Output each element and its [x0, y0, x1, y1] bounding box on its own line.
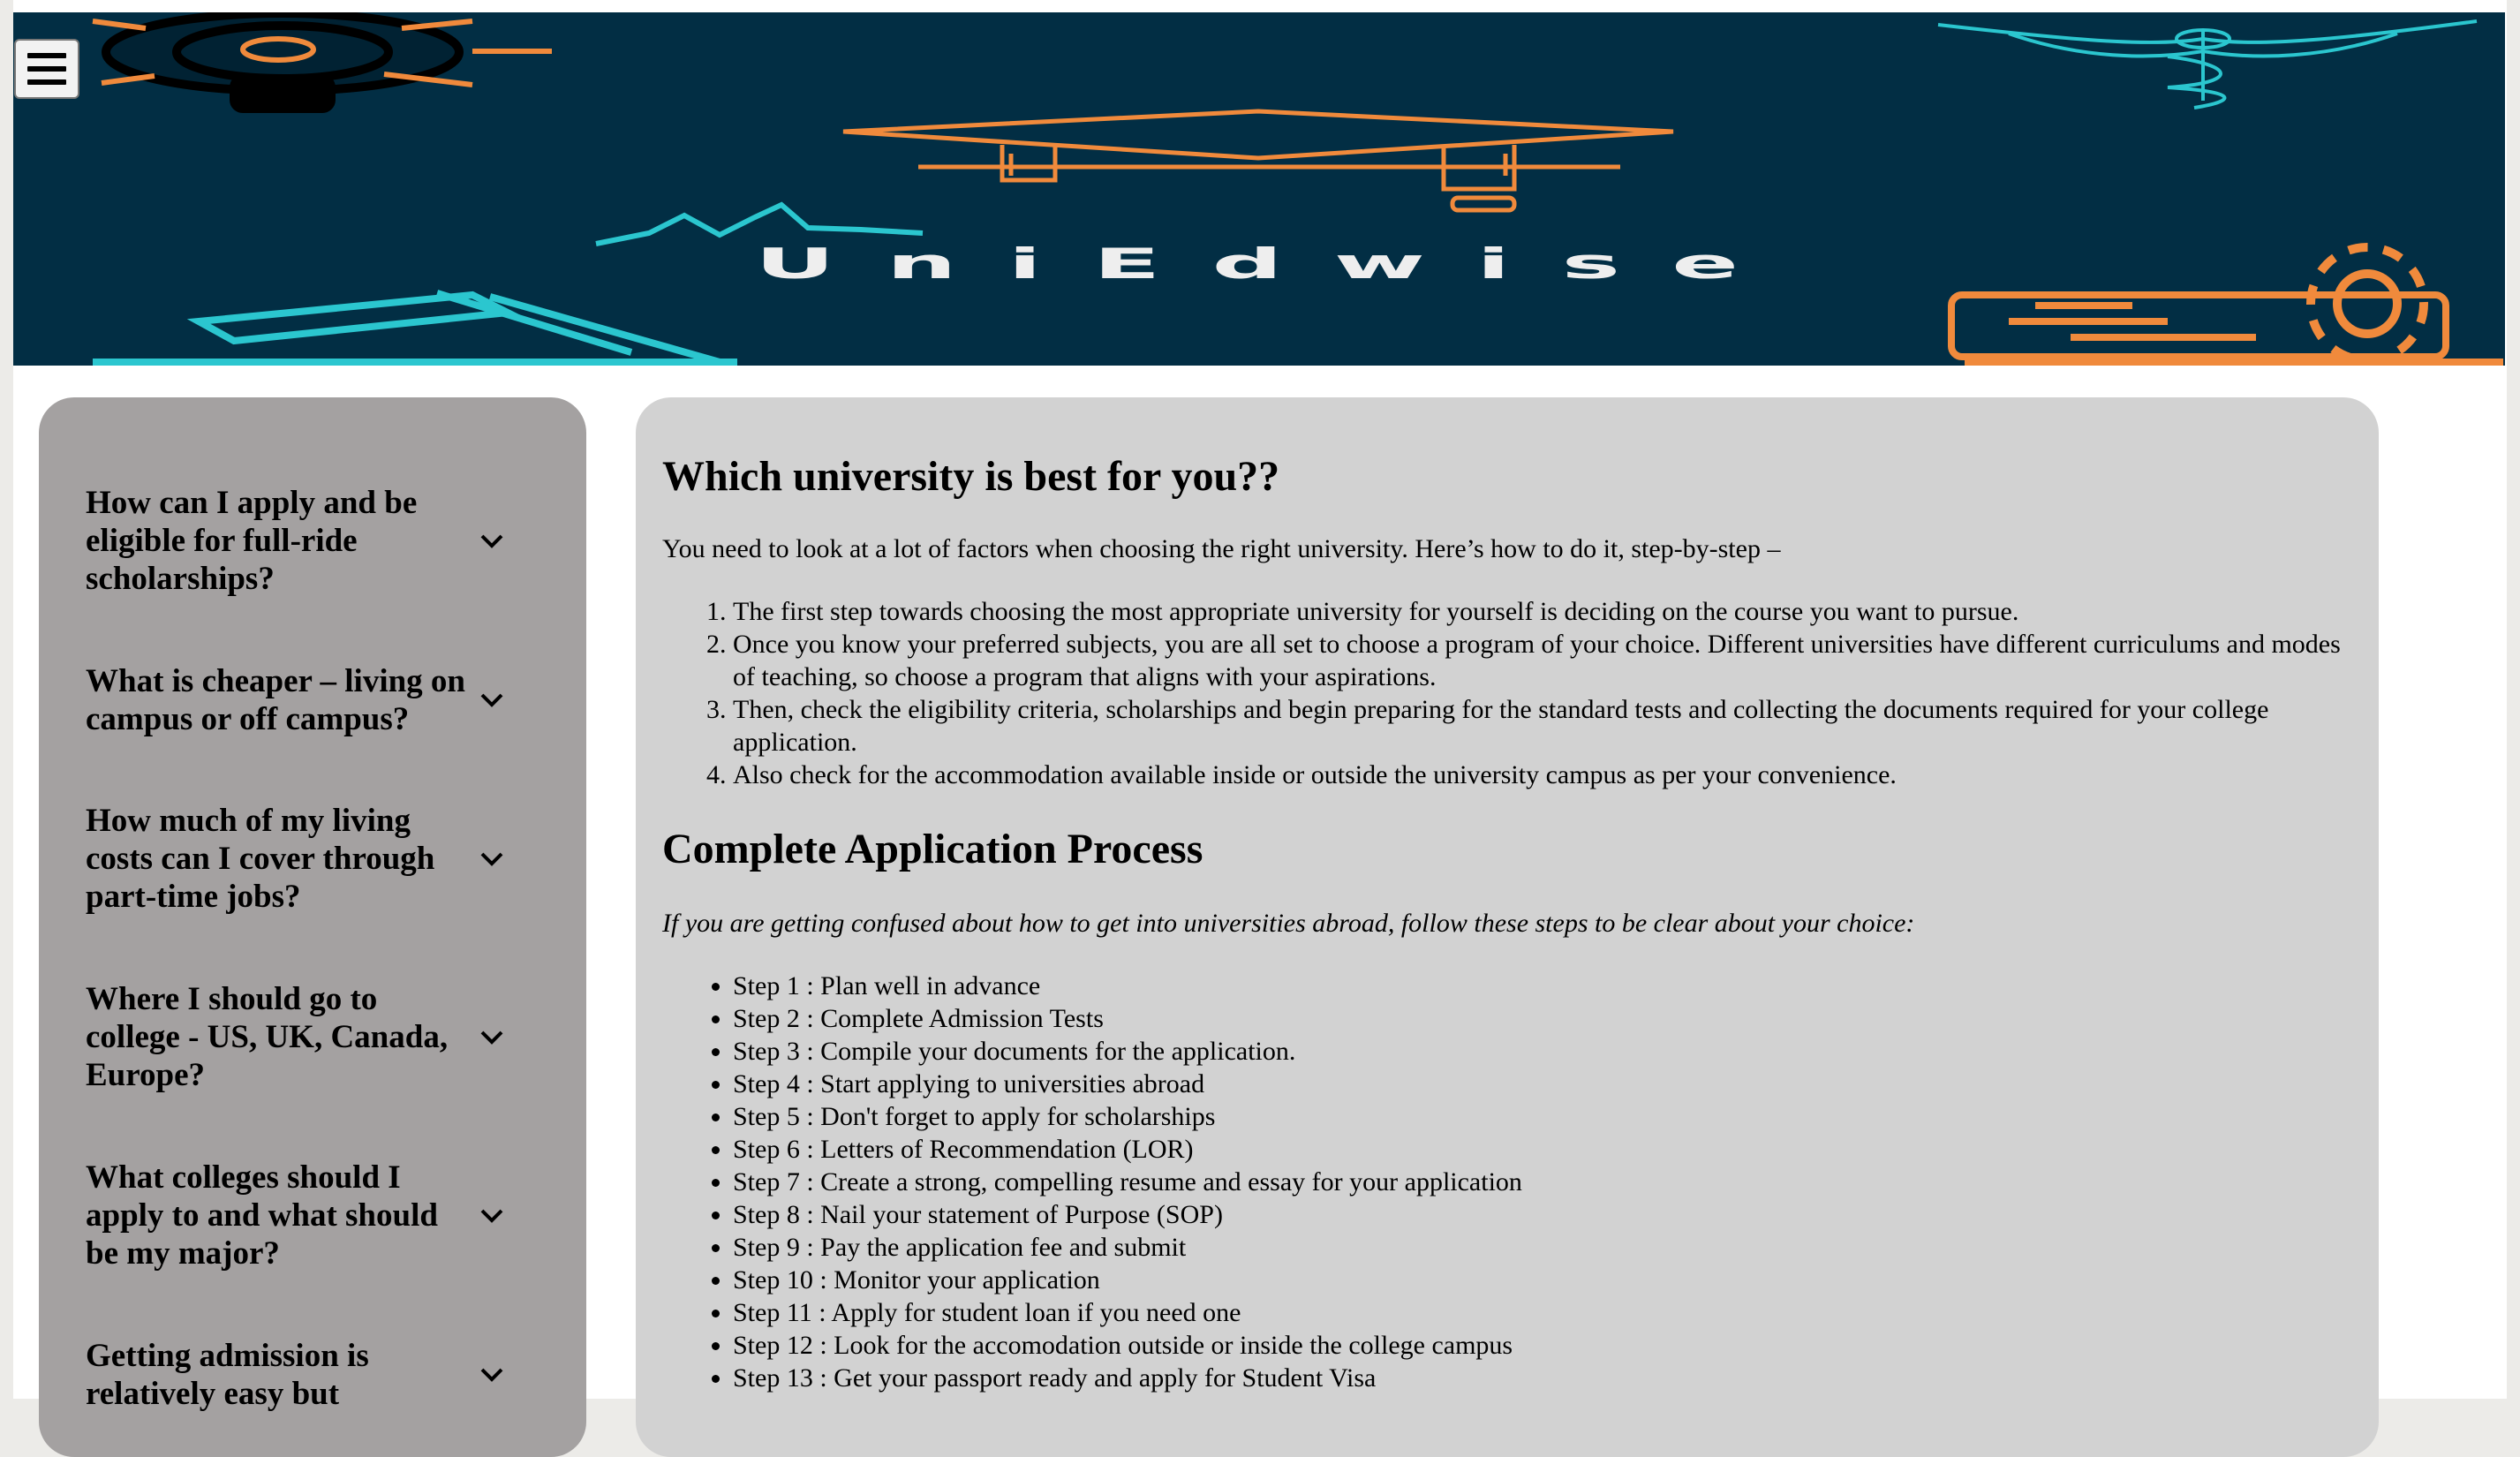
chevron-down-icon[interactable]	[474, 842, 509, 877]
chevron-down-icon[interactable]	[474, 683, 509, 718]
list-item: Step 8 : Nail your statement of Purpose …	[733, 1198, 2358, 1231]
faq-question: What colleges should I apply to and what…	[86, 1159, 438, 1272]
list-item: Once you know your preferred subjects, y…	[733, 628, 2358, 693]
list-item: Step 5 : Don't forget to apply for schol…	[733, 1100, 2358, 1133]
list-item: Step 10 : Monitor your application	[733, 1264, 2358, 1296]
faq-question: How much of my living costs can I cover …	[86, 803, 435, 915]
list-item: Step 7 : Create a strong, compelling res…	[733, 1166, 2358, 1198]
hamburger-icon	[27, 51, 66, 87]
list-item: Step 13 : Get your passport ready and ap…	[733, 1362, 2358, 1394]
chevron-down-icon[interactable]	[474, 1020, 509, 1055]
article: Which university is best for you?? You n…	[662, 450, 2358, 1394]
graduation-cap-icon	[842, 109, 1674, 213]
banner-illustration	[92, 12, 2503, 366]
list-item: Step 9 : Pay the application fee and sub…	[733, 1231, 2358, 1264]
list-item: Step 12 : Look for the accomodation outs…	[733, 1329, 2358, 1362]
menu-button[interactable]	[14, 39, 79, 99]
intro-paragraph: You need to look at a lot of factors whe…	[662, 534, 1781, 563]
list-item: Step 11 : Apply for student loan if you …	[733, 1296, 2358, 1329]
pulse-line	[595, 201, 924, 246]
faq-item-where-to-go[interactable]: Where I should go to college - US, UK, C…	[86, 980, 536, 1094]
chevron-down-icon[interactable]	[474, 524, 509, 559]
faq-item-colleges-major[interactable]: What colleges should I apply to and what…	[86, 1159, 536, 1272]
faq-question: What is cheaper – living on campus or of…	[86, 663, 465, 737]
chevron-down-icon[interactable]	[474, 1357, 509, 1393]
chevron-down-icon[interactable]	[474, 1198, 509, 1234]
list-item: Step 4 : Start applying to universities …	[733, 1068, 2358, 1100]
faq-item-part-time-jobs[interactable]: How much of my living costs can I cover …	[86, 802, 536, 916]
faq-question: Where I should go to college - US, UK, C…	[86, 981, 449, 1093]
process-note: If you are getting confused about how to…	[662, 909, 1915, 938]
list-item: Step 1 : Plan well in advance	[733, 970, 2358, 1002]
section-heading: Complete Application Process	[662, 826, 1203, 872]
list-item: Then, check the eligibility criteria, sc…	[733, 693, 2358, 759]
list-item: Step 2 : Complete Admission Tests	[733, 1002, 2358, 1035]
header-banner: UniEdwise	[13, 12, 2505, 366]
brand-title: UniEdwise	[754, 239, 1791, 289]
gavel-icon	[93, 290, 737, 366]
list-item: Also check for the accommodation availab…	[733, 759, 2358, 791]
list-item: Step 6 : Letters of Recommendation (LOR)	[733, 1133, 2358, 1166]
faq-item-campus-cost[interactable]: What is cheaper – living on campus or of…	[86, 662, 536, 738]
list-item: Step 3 : Compile your documents for the …	[733, 1035, 2358, 1068]
factor-list: The first step towards choosing the most…	[662, 595, 2358, 791]
main-content-panel: Which university is best for you?? You n…	[636, 397, 2379, 1457]
page-title: Which university is best for you??	[662, 453, 1280, 500]
faq-item-admission[interactable]: Getting admission is relatively easy but	[86, 1337, 536, 1413]
faq-question: Getting admission is relatively easy but	[86, 1338, 369, 1412]
steps-list: Step 1 : Plan well in advance Step 2 : C…	[662, 970, 2358, 1394]
caduceus-icon	[1937, 19, 2478, 109]
list-item: The first step towards choosing the most…	[733, 595, 2358, 628]
faq-question: How can I apply and be eligible for full…	[86, 485, 418, 597]
faq-item-scholarships[interactable]: How can I apply and be eligible for full…	[86, 484, 536, 598]
